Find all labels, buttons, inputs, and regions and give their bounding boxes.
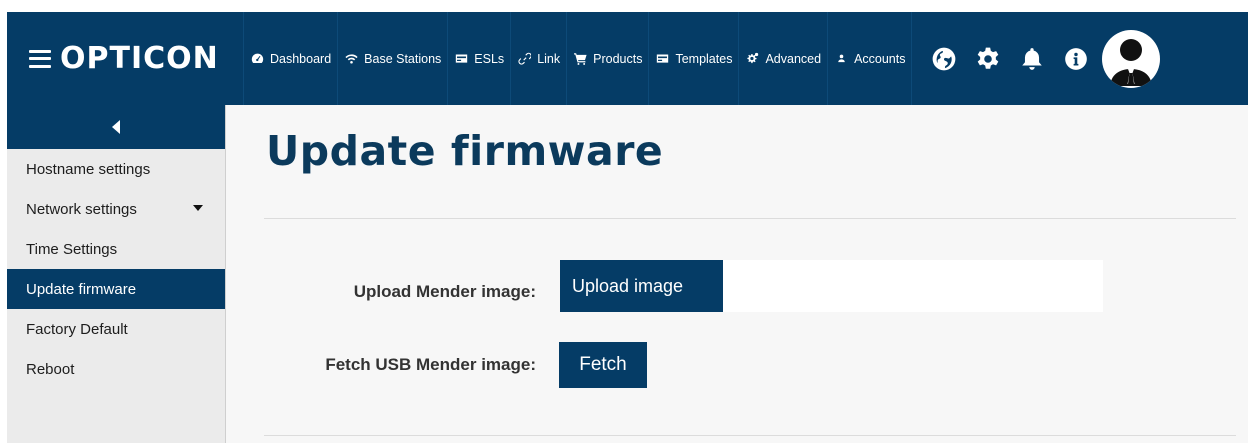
nav-label: Link [537,51,561,66]
nav-item-advanced[interactable]: Advanced [739,12,829,105]
user-icon [834,52,848,66]
divider [264,435,1236,436]
fetch-button[interactable]: Fetch [559,342,647,388]
sidebar: Hostname settings Network settings Time … [7,105,226,443]
sidebar-item-label: Network settings [26,200,137,218]
nav-item-link[interactable]: Link [511,12,568,105]
brand-logo-text: OPTICON [60,41,219,76]
gears-icon [745,52,759,66]
sidebar-collapse-button[interactable] [7,105,225,149]
sidebar-item-label: Time Settings [26,240,118,258]
sidebar-item-factory-default[interactable]: Factory Default [7,309,225,349]
card-icon [454,52,468,66]
sidebar-item-update-firmware[interactable]: Update firmware [7,269,225,309]
nav-item-templates[interactable]: Templates [649,12,740,105]
globe-icon[interactable] [922,37,966,81]
caret-left-icon [112,120,120,134]
upload-image-button[interactable]: Upload image [560,260,723,312]
nav-label: ESLs [474,51,505,66]
sidebar-item-label: Reboot [26,360,75,378]
info-icon[interactable] [1054,37,1098,81]
nav-label: Base Stations [364,51,442,66]
nav-item-esls[interactable]: ESLs [448,12,512,105]
nav-label: Dashboard [270,51,332,66]
nav-label: Accounts [854,51,906,66]
main-content: Update firmware Upload Mender image: Upl… [226,105,1248,443]
sidebar-item-label: Hostname settings [26,160,151,178]
template-icon [655,52,669,66]
upload-mender-label: Upload Mender image: [353,282,536,301]
nav-label: Products [593,51,643,66]
header-actions [922,12,1161,105]
page-title: Update firmware [266,127,664,175]
nav-item-accounts[interactable]: Accounts [828,12,913,105]
sidebar-item-label: Update firmware [26,280,137,298]
hamburger-menu-icon[interactable] [29,49,51,68]
divider [264,218,1236,219]
bell-icon[interactable] [1010,37,1054,81]
sidebar-item-network-settings[interactable]: Network settings [7,189,225,229]
sidebar-item-reboot[interactable]: Reboot [7,349,225,389]
gear-icon[interactable] [966,37,1010,81]
upload-mender-field: Upload image [560,260,1103,312]
nav-item-base-stations[interactable]: Base Stations [338,12,449,105]
nav-item-dashboard[interactable]: Dashboard [244,12,339,105]
sidebar-item-hostname-settings[interactable]: Hostname settings [7,149,225,189]
avatar[interactable] [1102,29,1161,88]
dashboard-icon [250,52,264,66]
sidebar-item-time-settings[interactable]: Time Settings [7,229,225,269]
chevron-down-icon [193,205,203,211]
brand[interactable]: OPTICON [7,12,244,105]
link-icon [517,52,531,66]
sidebar-item-label: Factory Default [26,320,128,338]
upload-filename-input[interactable] [723,260,1103,312]
main-nav: Dashboard Base Stations ESLs Link Produc… [244,12,913,105]
top-navbar: OPTICON Dashboard Base Stations ESLs Lin… [7,12,1248,105]
nav-label: Templates [675,51,733,66]
nav-item-products[interactable]: Products [567,12,650,105]
cart-icon [573,52,587,66]
fetch-usb-mender-label: Fetch USB Mender image: [325,355,536,374]
nav-label: Advanced [765,51,822,66]
wifi-icon [344,52,358,66]
